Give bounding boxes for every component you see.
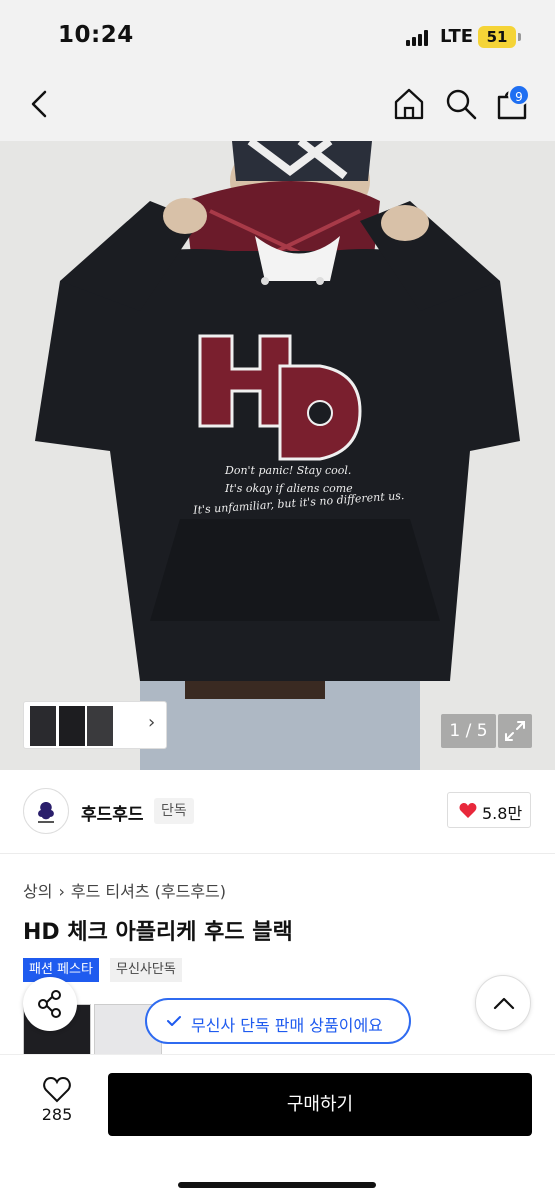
brand-like-button[interactable]: 5.8만: [447, 792, 531, 828]
hoodie-photo: Don't panic! Stay cool. It's okay if ali…: [0, 141, 555, 770]
chevron-up-icon: [493, 997, 515, 1010]
tag-musinsa-exclusive: 무신사단독: [110, 958, 182, 982]
product-image[interactable]: Don't panic! Stay cool. It's okay if ali…: [0, 141, 555, 770]
image-counter: 1 / 5: [441, 714, 496, 748]
check-icon: [167, 1016, 181, 1026]
expand-icon: [505, 721, 525, 741]
brand-row: 후드후드 단독 5.8만: [0, 770, 555, 854]
battery-tip: [518, 33, 521, 41]
brand-logo[interactable]: [23, 788, 69, 834]
back-button[interactable]: [22, 86, 58, 122]
home-indicator: [178, 1182, 376, 1188]
search-button[interactable]: [443, 86, 479, 122]
share-icon: [38, 990, 61, 1018]
chevron-left-icon: [31, 90, 47, 118]
signal-icon: [406, 30, 430, 46]
product-title: HD 체크 아플리케 후드 블랙: [23, 920, 293, 945]
breadcrumb: 상의 › 후드 티셔츠 (후드후드): [23, 878, 232, 902]
cart-count-badge: 9: [508, 84, 530, 106]
status-time: 10:24: [58, 22, 134, 48]
wishlist-button[interactable]: 285: [30, 1075, 84, 1135]
thumbnail-strip[interactable]: ›: [23, 701, 167, 749]
expand-button[interactable]: [498, 714, 532, 748]
exclusive-notice-pill[interactable]: 무신사 단독 판매 상품이에요: [145, 998, 411, 1044]
breadcrumb-item-category[interactable]: 상의: [23, 882, 52, 901]
chevron-right-icon: ›: [58, 882, 65, 901]
brand-exclusive-tag: 단독: [154, 798, 194, 824]
home-button[interactable]: [391, 86, 427, 122]
heart-outline-icon: [43, 1076, 71, 1103]
share-button[interactable]: [23, 977, 77, 1031]
heart-filled-icon: [459, 803, 477, 818]
bottom-action-bar: 285 구매하기: [0, 1054, 555, 1200]
buy-button[interactable]: 구매하기: [108, 1073, 532, 1136]
brand-like-count: 5.8만: [482, 804, 523, 823]
battery-icon: 51: [478, 26, 516, 48]
home-icon: [394, 88, 424, 120]
thumbnail-2[interactable]: [59, 706, 85, 746]
breadcrumb-item-subcategory[interactable]: 후드 티셔츠 (후드후드): [71, 882, 226, 901]
network-label: LTE: [440, 26, 474, 47]
scroll-top-button[interactable]: [475, 975, 531, 1031]
chevron-right-icon[interactable]: ›: [148, 712, 155, 733]
wishlist-count: 285: [41, 1105, 73, 1124]
search-icon: [446, 89, 477, 120]
exclusive-notice-text: 무신사 단독 판매 상품이에요: [191, 1016, 383, 1035]
print-line-0: Don't panic! Stay cool.: [224, 464, 351, 477]
brand-name[interactable]: 후드후드: [81, 800, 144, 825]
thumbnail-1[interactable]: [30, 706, 56, 746]
thumbnail-3[interactable]: [87, 706, 113, 746]
